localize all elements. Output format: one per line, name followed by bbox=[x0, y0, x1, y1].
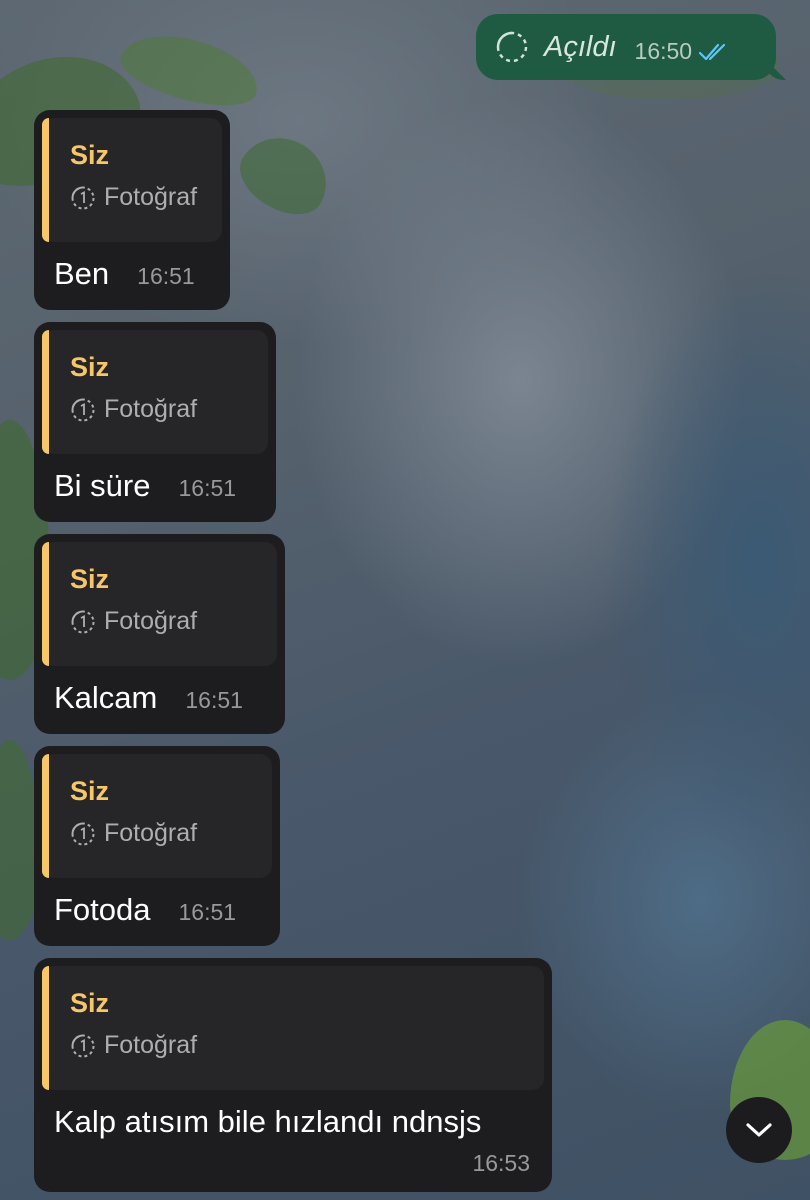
quote-author: Siz bbox=[70, 140, 110, 170]
view-once-icon bbox=[496, 31, 528, 63]
quote-author: Siz bbox=[70, 776, 110, 806]
received-message[interactable]: Siz Fotoğraf Bi süre 16:51 bbox=[34, 322, 276, 522]
quote-author: Siz bbox=[70, 988, 110, 1018]
quote-media-type: Fotoğraf bbox=[104, 1031, 198, 1059]
quote-media-type: Fotoğraf bbox=[104, 395, 198, 423]
reply-quote[interactable]: Siz Fotoğraf bbox=[42, 754, 272, 878]
view-once-icon bbox=[71, 822, 95, 845]
message-list[interactable]: Açıldı 16:50 Siz Fotoğraf Ben 16:51 Siz … bbox=[0, 0, 810, 1200]
bubble-tail bbox=[764, 58, 786, 80]
message-time: 16:53 bbox=[472, 1150, 530, 1176]
sent-message[interactable]: Açıldı 16:50 bbox=[476, 14, 786, 80]
view-once-icon bbox=[71, 610, 95, 633]
sent-message-text: Açıldı bbox=[544, 30, 617, 63]
reply-quote[interactable]: Siz Fotoğraf bbox=[42, 966, 544, 1090]
received-message[interactable]: Siz Fotoğraf Kalcam 16:51 bbox=[34, 534, 285, 734]
reply-quote[interactable]: Siz Fotoğraf bbox=[42, 330, 268, 454]
received-message[interactable]: Siz Fotoğraf Ben 16:51 bbox=[34, 110, 230, 310]
message-time: 16:51 bbox=[137, 263, 195, 289]
message-time: 16:51 bbox=[185, 687, 243, 713]
message-time: 16:51 bbox=[178, 899, 237, 925]
message-text: Kalp atısım bile hızlandı ndnsjs bbox=[54, 1104, 482, 1139]
quote-author: Siz bbox=[70, 352, 110, 382]
chevron-down-icon bbox=[746, 1123, 772, 1137]
scroll-to-bottom-button[interactable] bbox=[726, 1097, 792, 1163]
received-message[interactable]: Siz Fotoğraf Fotoda 16:51 bbox=[34, 746, 280, 946]
message-text: Kalcam bbox=[54, 680, 158, 715]
reply-quote[interactable]: Siz Fotoğraf bbox=[42, 118, 222, 242]
message-time: 16:51 bbox=[178, 475, 237, 501]
message-text: Bi süre bbox=[54, 468, 151, 503]
reply-quote[interactable]: Siz Fotoğraf bbox=[42, 542, 277, 666]
sent-message-time: 16:50 bbox=[634, 37, 693, 64]
double-check-icon bbox=[698, 43, 726, 61]
quote-author: Siz bbox=[70, 564, 110, 594]
quote-media-type: Fotoğraf bbox=[104, 819, 198, 847]
view-once-icon bbox=[71, 1034, 95, 1057]
quote-media-type: Fotoğraf bbox=[104, 607, 198, 635]
received-message[interactable]: Siz Fotoğraf Kalp atısım bile hızlandı n… bbox=[34, 958, 552, 1192]
message-text: Fotoda bbox=[54, 892, 151, 927]
quote-media-type: Fotoğraf bbox=[104, 183, 198, 211]
view-once-icon bbox=[71, 186, 95, 209]
view-once-icon bbox=[71, 398, 95, 421]
message-text: Ben bbox=[54, 256, 110, 291]
